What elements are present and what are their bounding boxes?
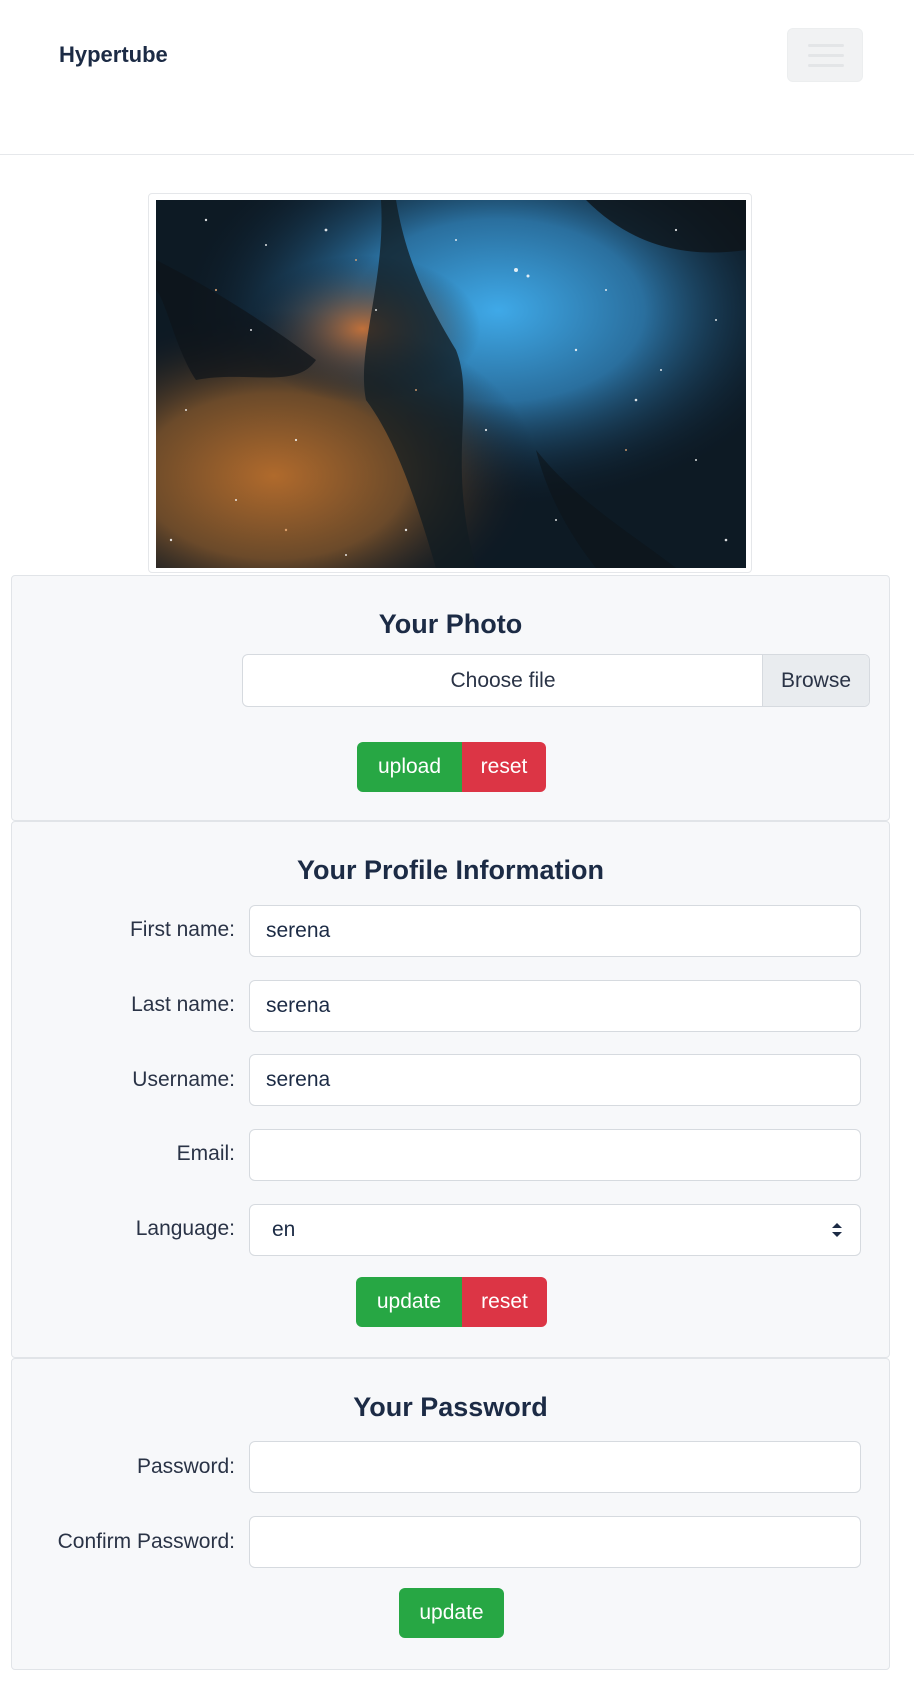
browse-button[interactable]: Browse — [762, 655, 869, 706]
language-label: Language: — [135, 1217, 235, 1240]
profile-reset-button[interactable]: reset — [462, 1277, 547, 1327]
username-input[interactable]: serena — [249, 1054, 861, 1106]
first-name-input[interactable]: serena — [249, 905, 861, 957]
username-label: Username: — [132, 1068, 235, 1091]
email-input[interactable] — [249, 1129, 861, 1181]
photo-reset-button[interactable]: reset — [462, 742, 546, 792]
photo-card-title: Your Photo — [378, 609, 523, 639]
language-selected-value: en — [272, 1218, 296, 1241]
photo-file-input[interactable]: Choose file Browse — [242, 654, 870, 707]
last-name-label: Last name: — [131, 993, 235, 1016]
confirm-password-input[interactable] — [249, 1516, 861, 1568]
password-card: Your Password Password: Confirm Password… — [11, 1358, 890, 1670]
first-name-label: First name: — [129, 918, 235, 941]
password-card-title: Your Password — [353, 1392, 548, 1422]
email-label: Email: — [176, 1142, 235, 1165]
navbar-toggler-button[interactable] — [787, 28, 863, 82]
confirm-password-label: Confirm Password: — [57, 1530, 235, 1553]
select-arrows-icon — [832, 1223, 842, 1237]
profile-photo-frame — [148, 193, 752, 573]
photo-card: Your Photo Choose file Browse upload res… — [11, 575, 890, 821]
upload-button[interactable]: upload — [357, 742, 462, 792]
last-name-input[interactable]: serena — [249, 980, 861, 1032]
profile-update-button[interactable]: update — [356, 1277, 462, 1327]
language-select[interactable]: en — [249, 1204, 861, 1256]
navbar: Hypertube — [0, 0, 914, 155]
password-update-button[interactable]: update — [399, 1588, 504, 1638]
brand-link[interactable]: Hypertube — [59, 42, 168, 68]
profile-card-title: Your Profile Information — [296, 855, 604, 885]
profile-photo — [156, 200, 746, 568]
file-input-placeholder: Choose file — [450, 669, 556, 692]
profile-card: Your Profile Information First name: ser… — [11, 821, 890, 1358]
password-label: Password: — [136, 1455, 235, 1478]
password-input[interactable] — [249, 1441, 861, 1493]
